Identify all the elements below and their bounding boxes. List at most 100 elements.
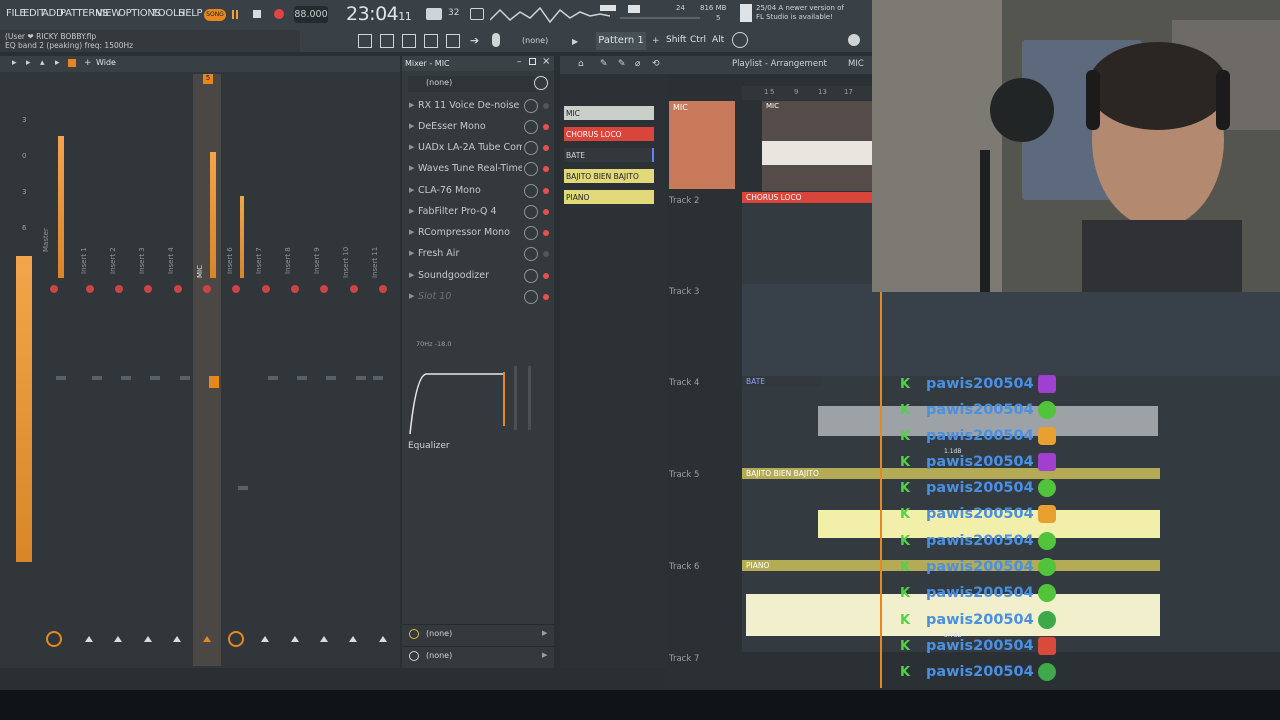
track-name[interactable]: Insert 2	[109, 234, 117, 274]
clip-mic[interactable]: MIC	[762, 101, 872, 191]
track-label[interactable]: Track 7	[669, 654, 699, 664]
mute-knob[interactable]	[379, 285, 387, 293]
pattern-selector[interactable]: Pattern 1	[596, 32, 646, 50]
pattern-bate[interactable]: BATE	[564, 148, 654, 162]
globe-icon[interactable]	[848, 34, 860, 46]
clock-icon[interactable]	[534, 76, 548, 90]
mute-knob[interactable]	[350, 285, 358, 293]
enable-led[interactable]	[543, 294, 549, 300]
send-arrow-icon[interactable]	[349, 636, 357, 642]
volume-fader[interactable]	[92, 376, 102, 380]
track-3-lane[interactable]	[742, 284, 1280, 376]
stop-icon[interactable]	[253, 10, 261, 18]
mix-knob[interactable]	[524, 99, 538, 113]
delete-icon[interactable]: ⌀	[635, 59, 640, 69]
send-arrow-icon[interactable]	[320, 636, 328, 642]
insert-slot[interactable]: ▶ Fresh Air	[406, 245, 549, 264]
route-arrow-icon[interactable]	[228, 631, 244, 647]
volume-fader[interactable]	[56, 376, 66, 380]
send-arrow-icon[interactable]	[379, 636, 387, 642]
alt-key[interactable]: Alt	[712, 35, 724, 45]
preset-selector[interactable]: (none)	[522, 36, 548, 45]
mix-knob[interactable]	[524, 120, 538, 134]
send-arrow-icon[interactable]	[261, 636, 269, 642]
news-icon[interactable]	[740, 4, 752, 22]
insert-slot[interactable]: ▶ FabFilter Pro-Q 4	[406, 203, 549, 222]
send-arrow-icon[interactable]	[291, 636, 299, 642]
play-icon[interactable]: ▶	[572, 37, 578, 46]
mixer-icon[interactable]	[446, 34, 460, 48]
enable-led[interactable]	[543, 166, 549, 172]
track-name[interactable]: Insert 11	[371, 238, 379, 278]
output-row[interactable]: (none) ▶	[402, 624, 554, 642]
track-name[interactable]: MIC	[196, 238, 204, 278]
song-mode-toggle[interactable]: SONG	[204, 9, 226, 21]
time-display[interactable]: 23:0411	[346, 3, 412, 25]
track-label[interactable]: Track 6	[669, 562, 699, 572]
insert-slot[interactable]: ▶ RCompressor Mono	[406, 224, 549, 243]
mute-knob[interactable]	[262, 285, 270, 293]
mix-knob[interactable]	[524, 269, 538, 283]
timeline-ruler[interactable]: 1 5 9 13 17	[742, 86, 872, 100]
mute-knob[interactable]	[115, 285, 123, 293]
send-arrow-icon[interactable]	[203, 636, 211, 642]
close-icon[interactable]: ×	[542, 56, 550, 67]
mute-icon[interactable]: ⟲	[652, 59, 660, 69]
tempo-display[interactable]: 88.000	[294, 6, 328, 23]
track-name[interactable]: Insert 6	[226, 234, 234, 274]
eq-slider[interactable]	[528, 366, 531, 430]
step-icon[interactable]: 32	[448, 8, 462, 20]
track-label[interactable]: Track 2	[669, 196, 699, 206]
pause-icon[interactable]	[232, 10, 238, 19]
pattern-chorus-loco[interactable]: CHORUS LOCO	[564, 127, 654, 141]
mix-knob[interactable]	[524, 247, 538, 261]
news-panel[interactable]: 25/04 A newer version of FL Studio is av…	[756, 4, 844, 22]
microphone-icon[interactable]	[492, 33, 500, 47]
master-volume[interactable]	[600, 5, 616, 11]
enable-led[interactable]	[543, 230, 549, 236]
shift-key[interactable]: Shift	[666, 35, 686, 45]
mute-knob[interactable]	[320, 285, 328, 293]
paint-icon[interactable]: ✎	[618, 59, 626, 69]
route-arrow-icon[interactable]	[46, 631, 62, 647]
piano-roll-icon[interactable]	[380, 34, 394, 48]
mute-knob[interactable]	[50, 285, 58, 293]
insert-slot[interactable]: ▶ Slot 10	[406, 288, 549, 307]
pattern-piano[interactable]: PIANO	[564, 190, 654, 204]
volume-fader[interactable]	[297, 376, 307, 380]
track-label[interactable]: Track 5	[669, 470, 699, 480]
ctrl-key[interactable]: Ctrl	[690, 35, 706, 45]
clip-bate[interactable]: BATE	[742, 376, 822, 387]
enable-led[interactable]	[543, 273, 549, 279]
settings-icon[interactable]	[732, 32, 748, 48]
mute-knob[interactable]	[232, 285, 240, 293]
mix-knob[interactable]	[524, 290, 538, 304]
mute-knob[interactable]	[86, 285, 94, 293]
maximize-icon[interactable]	[529, 58, 536, 65]
track-name[interactable]: Insert 10	[342, 238, 350, 278]
send-arrow-icon[interactable]	[114, 636, 122, 642]
mute-knob[interactable]	[174, 285, 182, 293]
mute-knob[interactable]	[291, 285, 299, 293]
mixer-add-icon[interactable]: +	[84, 58, 92, 68]
volume-fader[interactable]	[150, 376, 160, 380]
mixer-export-icon[interactable]: ▴	[40, 58, 45, 68]
mix-knob[interactable]	[524, 141, 538, 155]
mix-knob[interactable]	[524, 184, 538, 198]
master-pitch[interactable]	[620, 17, 700, 19]
send-arrow-icon[interactable]	[85, 636, 93, 642]
mix-knob[interactable]	[524, 162, 538, 176]
mixer-link-icon[interactable]: ▸	[55, 58, 60, 68]
track-label[interactable]: Track 4	[669, 378, 699, 388]
track-1-header[interactable]: MIC	[669, 101, 735, 189]
volume-fader[interactable]	[268, 376, 278, 380]
clip-chorus-loco[interactable]: CHORUS LOCO	[742, 192, 872, 203]
mute-knob[interactable]	[144, 285, 152, 293]
pattern-mic[interactable]: MIC	[564, 106, 654, 120]
insert-slot[interactable]: ▶ DeEsser Mono	[406, 118, 549, 137]
playhead[interactable]	[880, 292, 882, 688]
volume-fader[interactable]	[373, 376, 383, 380]
mixer-width-mode[interactable]: Wide	[96, 58, 116, 67]
enable-led[interactable]	[543, 103, 549, 109]
volume-fader[interactable]	[180, 376, 190, 380]
